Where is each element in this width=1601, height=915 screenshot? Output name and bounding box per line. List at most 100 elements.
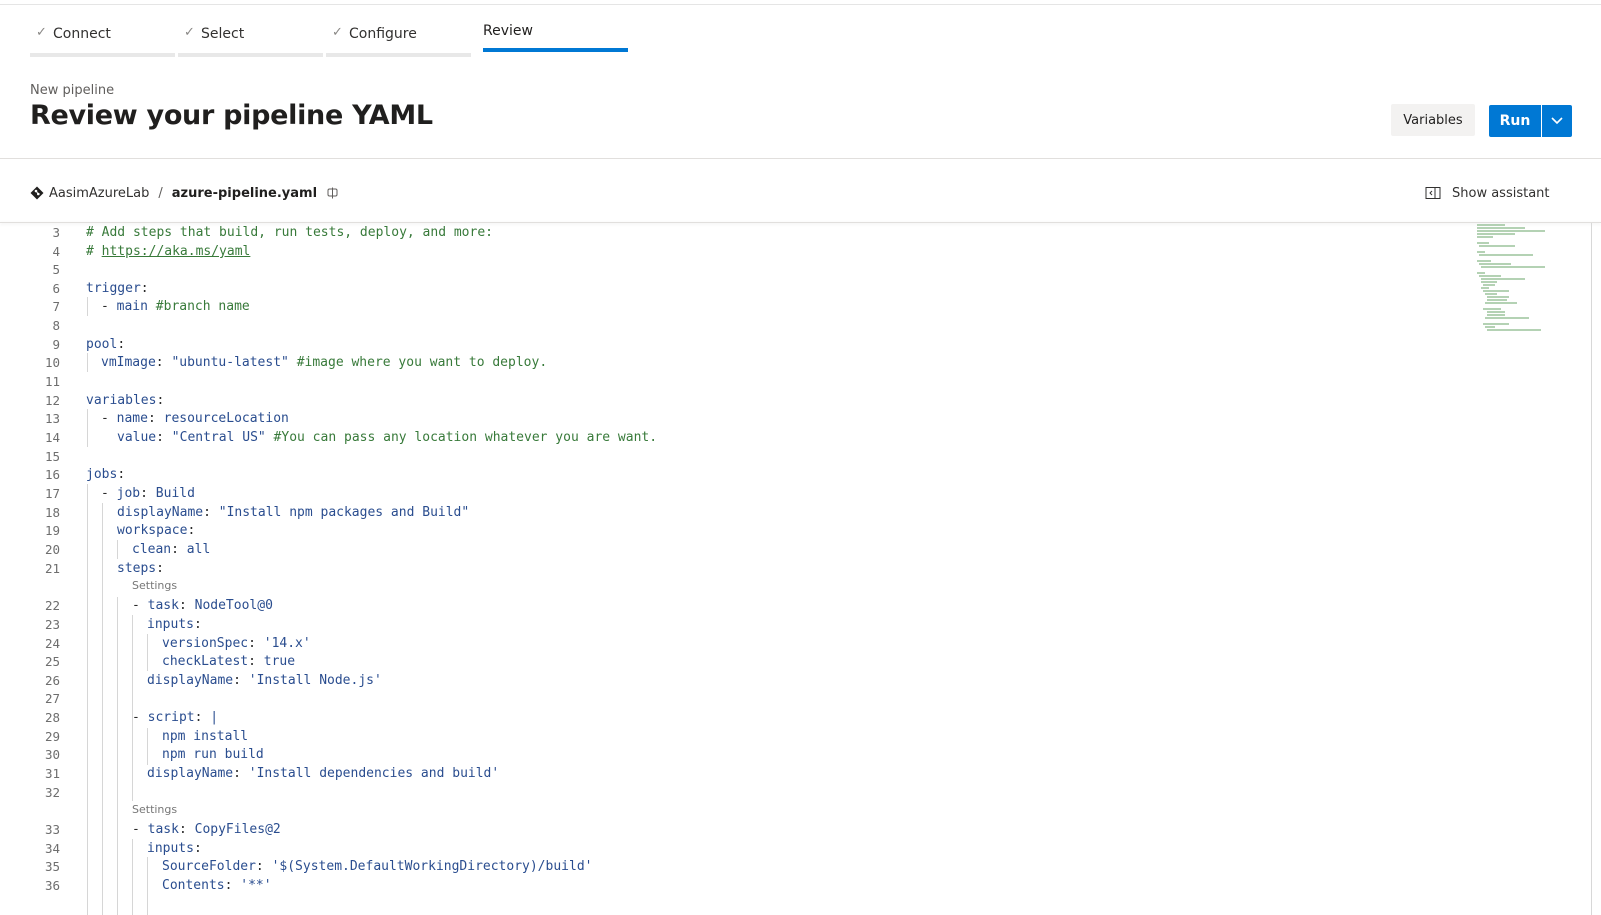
code-line: 6 trigger: <box>0 279 1400 298</box>
line-number: 31 <box>44 766 60 781</box>
code-line: 29 npm install <box>0 727 1400 746</box>
step-label: Review <box>483 23 533 39</box>
code-line: 22 - task: NodeTool@0 <box>0 596 1400 615</box>
run-button[interactable]: Run <box>1489 105 1541 137</box>
rename-icon[interactable] <box>326 186 340 200</box>
task-settings-link[interactable]: Settings <box>132 803 177 816</box>
yaml-value: '**' <box>240 878 272 893</box>
step-connect[interactable]: ✓ Connect <box>30 0 175 60</box>
line-number: 5 <box>52 262 60 277</box>
yaml-value: NodeTool@0 <box>194 598 273 613</box>
code-line: 28 - script: | <box>0 708 1400 727</box>
yaml-value: all <box>186 542 211 557</box>
yaml-value: '14.x' <box>263 636 311 651</box>
step-select[interactable]: ✓ Select <box>178 0 323 60</box>
code-line: 14 value: "Central US" #You can pass any… <box>0 428 1400 447</box>
code-line: 19 workspace: <box>0 521 1400 540</box>
editor-scrollbar[interactable] <box>1591 223 1592 915</box>
yaml-punct: : <box>117 467 126 482</box>
step-progress-bar <box>30 53 175 57</box>
line-number: 10 <box>44 355 60 370</box>
step-label: Select <box>201 26 245 42</box>
code-line: 25 checkLatest: true <box>0 652 1400 671</box>
yaml-key: displayName <box>147 766 234 781</box>
line-text: # Add steps that build, run tests, deplo… <box>86 225 493 240</box>
yaml-value: resourceLocation <box>163 411 289 426</box>
line-number: 24 <box>44 636 60 651</box>
yaml-value: main <box>116 299 156 314</box>
task-settings-link[interactable]: Settings <box>132 579 177 592</box>
line-number: 19 <box>44 523 60 538</box>
yaml-punct: : <box>233 673 249 688</box>
yaml-punct: : <box>156 430 172 445</box>
yaml-key: Contents <box>162 878 225 893</box>
repo-link[interactable]: AasimAzureLab <box>49 186 149 201</box>
code-line: 4 # https://aka.ms/yaml <box>0 242 1400 261</box>
variables-button[interactable]: Variables <box>1391 104 1475 136</box>
yaml-docs-link[interactable]: https://aka.ms/yaml <box>102 244 251 259</box>
yaml-comment: #image where you want to deploy. <box>296 355 548 370</box>
yaml-key: workspace <box>117 523 188 538</box>
code-line: 10 vmImage: "ubuntu-latest" #image where… <box>0 353 1400 372</box>
yaml-key: clean <box>132 542 172 557</box>
code-line: 21 steps: <box>0 559 1400 578</box>
code-line: 18 displayName: "Install npm packages an… <box>0 503 1400 522</box>
code-line: 24 versionSpec: '14.x' <box>0 634 1400 653</box>
yaml-punct: : <box>140 281 149 296</box>
yaml-punct: : <box>194 710 211 725</box>
checkmark-icon: ✓ <box>184 25 195 40</box>
yaml-punct: : <box>248 654 264 669</box>
yaml-value: 'Install dependencies and build' <box>248 766 500 781</box>
breadcrumb-separator: / <box>158 185 163 201</box>
yaml-punct: : <box>155 355 172 370</box>
line-number: 11 <box>44 374 60 389</box>
step-configure[interactable]: ✓ Configure <box>326 0 471 60</box>
step-progress-bar <box>326 53 471 57</box>
git-repo-icon <box>30 186 44 200</box>
yaml-key: inputs <box>147 841 194 856</box>
yaml-key: job <box>116 486 141 501</box>
yaml-punct: : <box>193 617 202 632</box>
yaml-value: npm install <box>162 729 249 744</box>
yaml-key: value <box>117 430 157 445</box>
line-number: 9 <box>52 337 60 352</box>
step-label: Connect <box>53 26 111 42</box>
show-assistant-button[interactable]: Show assistant <box>1425 183 1550 203</box>
line-number: 16 <box>44 467 60 482</box>
yaml-dash: - <box>101 411 117 426</box>
file-name: azure-pipeline.yaml <box>171 185 318 201</box>
yaml-punct: : <box>187 523 196 538</box>
editor-minimap[interactable] <box>1475 223 1565 333</box>
code-line: 16 jobs: <box>0 465 1400 484</box>
line-number: 32 <box>44 785 60 800</box>
yaml-value: Build <box>155 486 195 501</box>
yaml-punct: : <box>178 598 195 613</box>
yaml-key: task <box>147 822 179 837</box>
line-number: 20 <box>44 542 60 557</box>
yaml-editor[interactable]: · · · · 3 # Add steps that build, run te… <box>0 223 1592 915</box>
checkmark-icon: ✓ <box>36 25 47 40</box>
yaml-punct: : <box>140 486 156 501</box>
step-review[interactable]: Review <box>483 0 628 60</box>
yaml-key: variables <box>86 393 157 408</box>
yaml-dash: - <box>101 486 117 501</box>
yaml-value: CopyFiles@2 <box>194 822 281 837</box>
line-number: 3 <box>52 225 60 240</box>
yaml-key: pool <box>86 337 118 352</box>
line-number: 27 <box>44 691 60 706</box>
line-number: 34 <box>44 841 60 856</box>
code-line: 5 <box>0 260 1400 279</box>
run-dropdown-button[interactable] <box>1542 105 1572 137</box>
code-line: 17 - job: Build <box>0 484 1400 503</box>
line-number: 23 <box>44 617 60 632</box>
code-line: 33 - task: CopyFiles@2 <box>0 820 1400 839</box>
code-line: 20 clean: all <box>0 540 1400 559</box>
yaml-key: checkLatest <box>162 654 249 669</box>
line-number: 28 <box>44 710 60 725</box>
line-number: 14 <box>44 430 60 445</box>
code-line: 9 pool: <box>0 335 1400 354</box>
step-label: Configure <box>349 26 417 42</box>
code-line: 7 - main #branch name <box>0 297 1400 316</box>
yaml-value: true <box>263 654 296 669</box>
line-number: 6 <box>52 281 60 296</box>
